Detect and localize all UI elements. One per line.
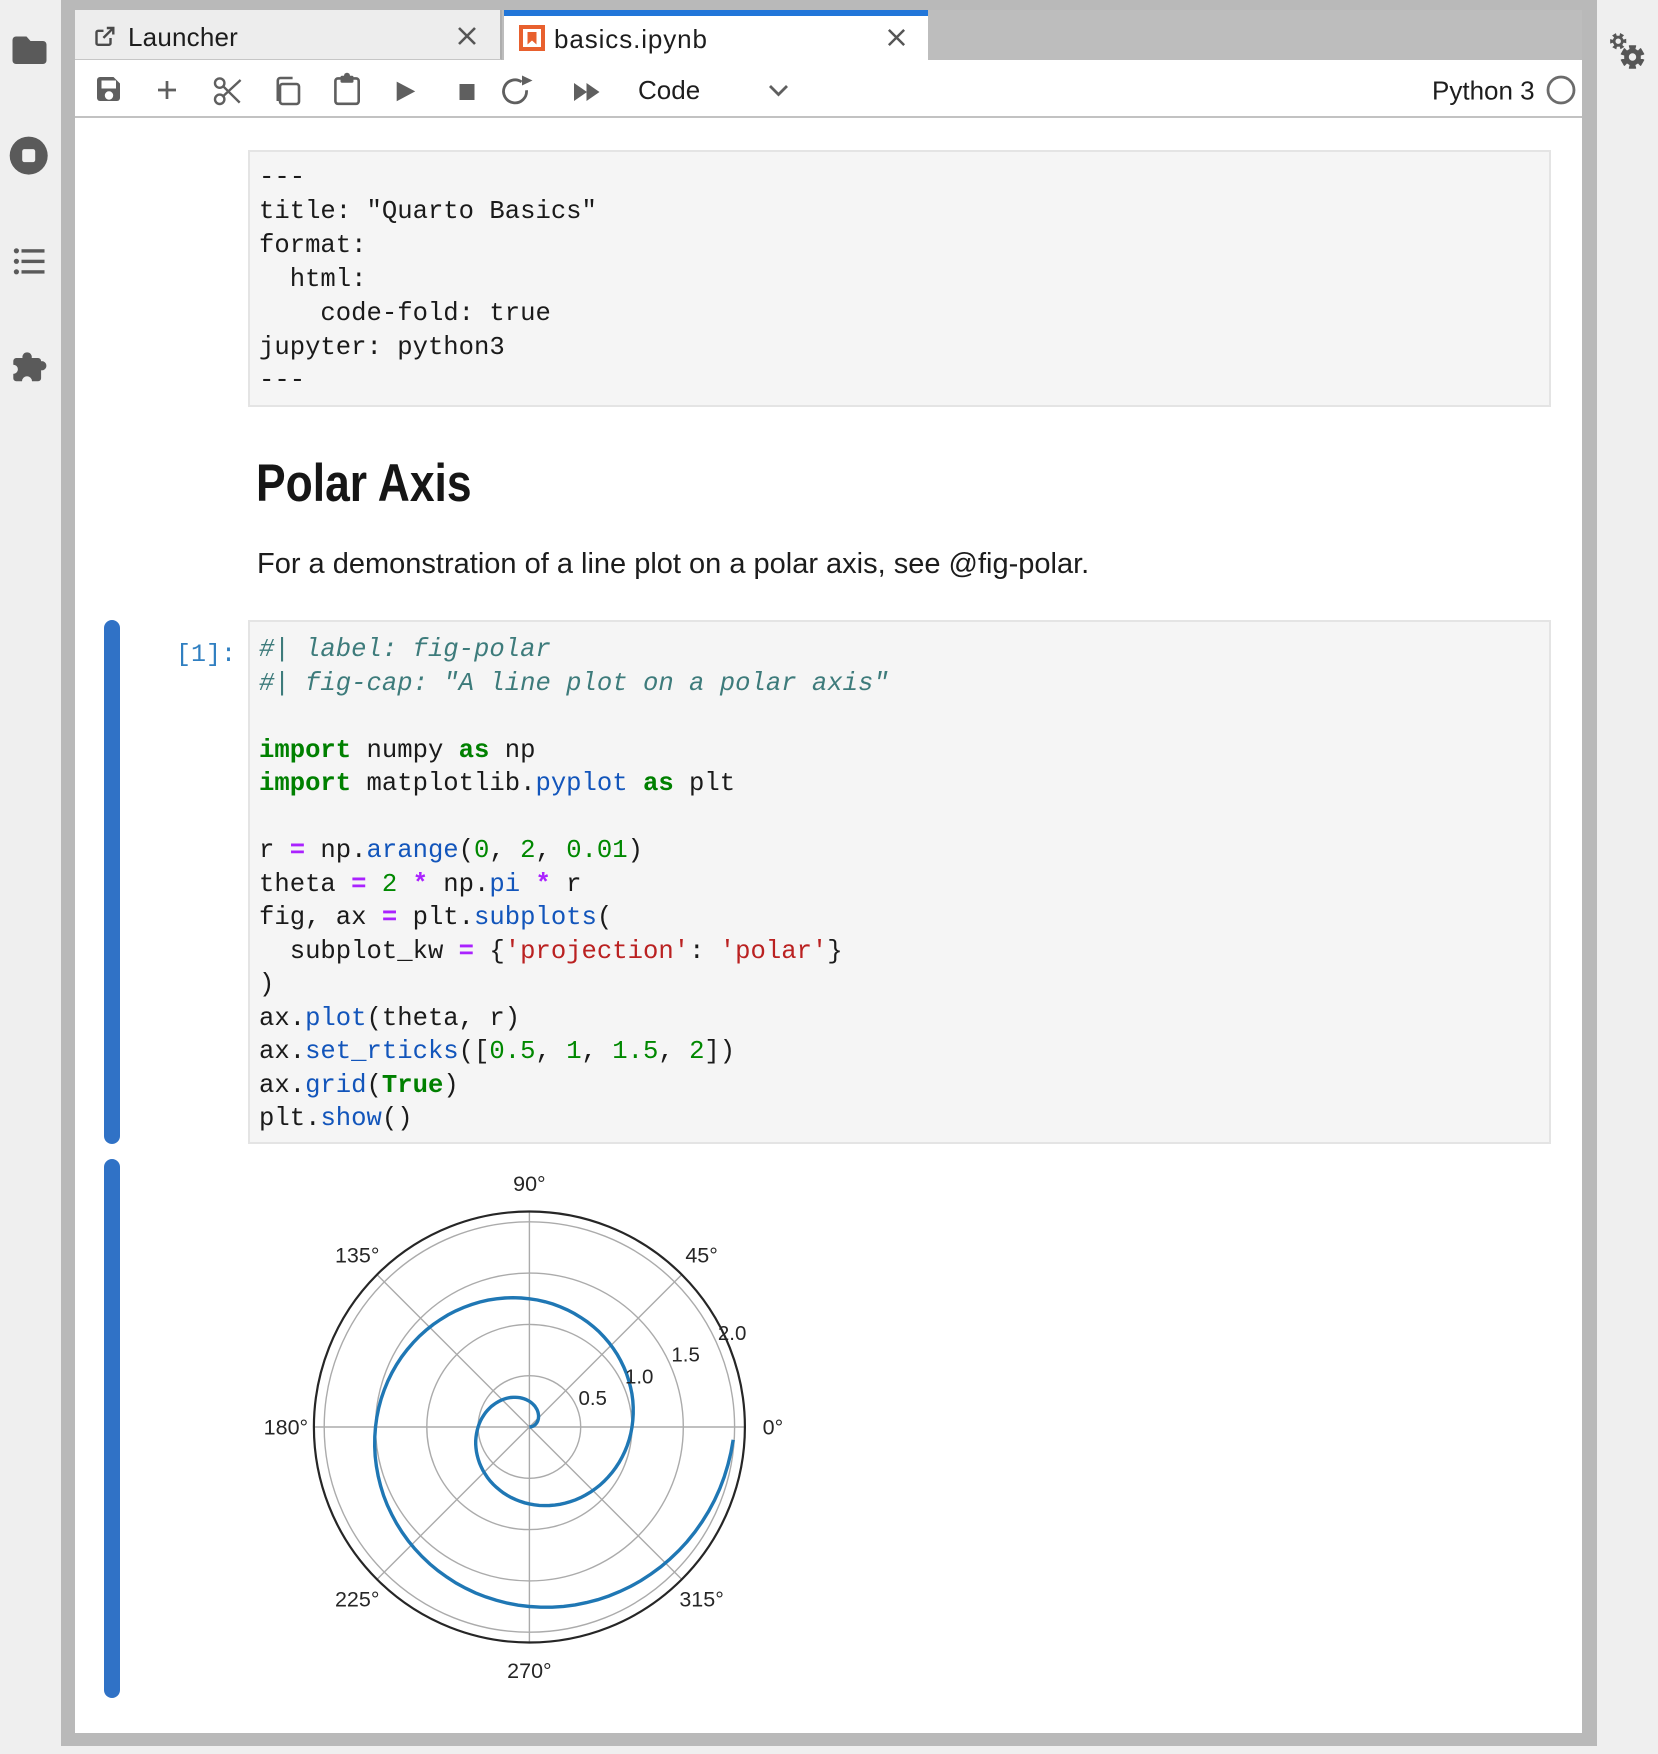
svg-text:135°: 135°	[335, 1243, 379, 1267]
svg-text:Python 3: Python 3	[1432, 76, 1535, 106]
svg-text:45°: 45°	[685, 1243, 718, 1267]
svg-text:180°: 180°	[264, 1416, 308, 1440]
svg-text:270°: 270°	[507, 1659, 551, 1683]
svg-text:90°: 90°	[513, 1172, 546, 1196]
svg-text:1.0: 1.0	[625, 1365, 654, 1388]
svg-text:1.5: 1.5	[671, 1344, 700, 1367]
svg-text:Code: Code	[638, 75, 700, 105]
svg-text:2.0: 2.0	[718, 1322, 747, 1345]
svg-text:315°: 315°	[679, 1588, 723, 1612]
svg-text:0.5: 0.5	[578, 1387, 607, 1410]
svg-text:0°: 0°	[763, 1416, 784, 1440]
svg-text:225°: 225°	[335, 1588, 379, 1612]
